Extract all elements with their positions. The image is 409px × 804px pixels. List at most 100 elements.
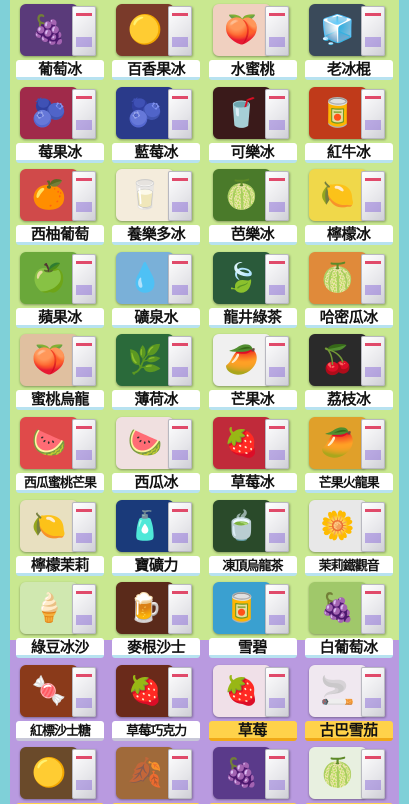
flavor-label: 西柚葡萄 xyxy=(16,225,104,246)
product-box-icon xyxy=(360,88,385,139)
flavor-card[interactable]: 🍈紅心芭樂 xyxy=(301,743,397,804)
flavor-card[interactable]: 🍈 哈密瓜冰 xyxy=(301,248,397,331)
flavor-card[interactable]: 🌼 茉莉鐵觀音 xyxy=(301,496,397,579)
flavor-card[interactable]: 🍦 綠豆冰沙 xyxy=(12,578,108,661)
flavor-icon: 🍺 xyxy=(127,591,163,625)
product-box-icon xyxy=(360,418,385,469)
flavor-card[interactable]: 🍉 西瓜冰 xyxy=(108,413,204,496)
flavor-image: 🍏 xyxy=(20,251,78,304)
flavor-card[interactable]: 🫐 莓果冰 xyxy=(12,83,108,166)
flavor-card[interactable]: 🍓 草莓 xyxy=(205,661,301,744)
flavor-icon: 🍑 xyxy=(31,343,67,377)
flavor-label: 草莓巧克力 xyxy=(112,720,201,741)
flavor-card[interactable]: 🍒 荔枝冰 xyxy=(301,330,397,413)
flavor-card[interactable]: 🚬 古巴雪茄 xyxy=(301,661,397,744)
flavor-label: 可樂冰 xyxy=(208,142,297,163)
flavor-card[interactable]: 🍇 白葡萄冰 xyxy=(301,578,397,661)
flavor-label: 草莓冰 xyxy=(208,472,297,493)
flavor-card[interactable]: 🍬 紅標沙士糖 xyxy=(12,661,108,744)
product-box-icon xyxy=(72,501,96,552)
flavor-label: 寶礦力 xyxy=(112,555,201,576)
flavor-card[interactable]: 🍈 芭樂冰 xyxy=(205,165,301,248)
flavor-image: 🌼 xyxy=(308,499,367,552)
flavor-label: 凍頂烏龍茶 xyxy=(208,555,297,576)
flavor-card[interactable]: 🥫 紅牛冰 xyxy=(301,83,397,166)
flavor-card[interactable]: 🍋 檸檬茉莉 xyxy=(12,496,108,579)
flavor-icon: 🍉 xyxy=(127,425,163,459)
flavor-label: 綠豆冰沙 xyxy=(16,638,104,659)
flavor-card[interactable]: 🍑 蜜桃烏龍 xyxy=(12,330,108,413)
flavor-icon: 🍈 xyxy=(320,260,356,294)
flavor-icon: 🍊 xyxy=(31,178,67,212)
product-box-icon xyxy=(168,253,193,304)
flavor-image: 🧊 xyxy=(308,4,367,56)
flavor-icon: 🟡 xyxy=(127,13,163,46)
flavor-image: 🥭 xyxy=(212,334,271,387)
flavor-icon: 🧊 xyxy=(320,13,356,46)
flavor-icon: 🍬 xyxy=(31,673,67,707)
flavor-card[interactable]: 🍑 水蜜桃 xyxy=(205,0,301,83)
flavor-card[interactable]: 🍃 龍井綠茶 xyxy=(205,248,301,331)
flavor-card[interactable]: 🍂經典菸草 xyxy=(108,743,204,804)
flavor-label: 蘋果冰 xyxy=(16,307,104,328)
flavor-icon: 🍈 xyxy=(224,178,259,212)
flavor-card[interactable]: 🍋 檸檬冰 xyxy=(301,165,397,248)
flavor-icon: 🍋 xyxy=(320,178,356,212)
right-border xyxy=(399,0,409,804)
flavor-icon: 🍈 xyxy=(320,756,356,790)
flavor-label: 礦泉水 xyxy=(112,307,201,328)
product-box-icon xyxy=(360,253,385,304)
flavor-icon: 🍇 xyxy=(224,756,259,790)
flavor-card[interactable]: 🥤 可樂冰 xyxy=(205,83,301,166)
product-box-icon xyxy=(168,418,193,469)
flavor-icon: 🍂 xyxy=(127,756,163,790)
flavor-card[interactable]: 🧴 寶礦力 xyxy=(108,496,204,579)
product-box-icon xyxy=(360,336,385,387)
product-box-icon xyxy=(264,336,289,387)
flavor-image: 🫐 xyxy=(116,86,175,139)
flavor-image: 🥭 xyxy=(308,416,367,469)
flavor-card[interactable]: 🥭 芒果火龍果 xyxy=(301,413,397,496)
flavor-card[interactable]: 💧 礦泉水 xyxy=(108,248,204,331)
flavor-card[interactable]: 🍵 凍頂烏龍茶 xyxy=(205,496,301,579)
flavor-card[interactable]: 🍊 西柚葡萄 xyxy=(12,165,108,248)
flavor-image: 💧 xyxy=(116,251,175,304)
flavor-icon: 🍃 xyxy=(224,260,259,294)
flavor-icon: 🫐 xyxy=(31,95,67,129)
product-box-icon xyxy=(264,584,289,635)
flavor-card[interactable]: 🥛 養樂多冰 xyxy=(108,165,204,248)
flavor-card[interactable]: 🍓 草莓冰 xyxy=(205,413,301,496)
flavor-label: 莓果冰 xyxy=(16,142,104,163)
flavor-card[interactable]: 🍇 葡萄冰 xyxy=(12,0,108,83)
flavor-icon: 🥭 xyxy=(224,343,259,377)
flavor-icon: 🍵 xyxy=(224,508,259,542)
flavor-label: 茉莉鐵觀音 xyxy=(304,555,393,576)
flavor-card[interactable]: 🧊 老冰棍 xyxy=(301,0,397,83)
product-box-icon xyxy=(168,6,193,56)
flavor-card[interactable]: 🥫 雪碧 xyxy=(205,578,301,661)
flavor-card[interactable]: 🌿 薄荷冰 xyxy=(108,330,204,413)
product-box-icon xyxy=(264,88,289,139)
flavor-card[interactable]: 🟡 百香果冰 xyxy=(108,0,204,83)
flavor-icon: 🍉 xyxy=(31,425,67,459)
flavor-label: 檸檬茉莉 xyxy=(16,555,104,576)
flavor-card[interactable]: 🍇葡萄 xyxy=(205,743,301,804)
flavor-image: 🍇 xyxy=(308,582,367,635)
flavor-label: 百香果冰 xyxy=(112,60,201,80)
flavor-image: 🫐 xyxy=(20,86,78,139)
flavor-card[interactable]: 🍏 蘋果冰 xyxy=(12,248,108,331)
product-box-icon xyxy=(72,584,96,635)
flavor-card[interactable]: 🫐 藍莓冰 xyxy=(108,83,204,166)
flavor-icon: 🍏 xyxy=(31,260,67,294)
product-box-icon xyxy=(264,501,289,552)
flavor-card[interactable]: 🍉 西瓜蜜桃芒果 xyxy=(12,413,108,496)
flavor-card[interactable]: 🟡百香果 xyxy=(12,743,108,804)
flavor-image: 🍇 xyxy=(212,747,271,800)
flavor-card[interactable]: 🍺 麥根沙士 xyxy=(108,578,204,661)
flavor-card[interactable]: 🥭 芒果冰 xyxy=(205,330,301,413)
product-box-icon xyxy=(264,171,289,222)
flavor-card[interactable]: 🍓 草莓巧克力 xyxy=(108,661,204,744)
flavor-icon: 🟡 xyxy=(31,756,67,790)
flavor-icon: 🍇 xyxy=(320,591,356,625)
flavor-label: 西瓜蜜桃芒果 xyxy=(16,472,104,493)
